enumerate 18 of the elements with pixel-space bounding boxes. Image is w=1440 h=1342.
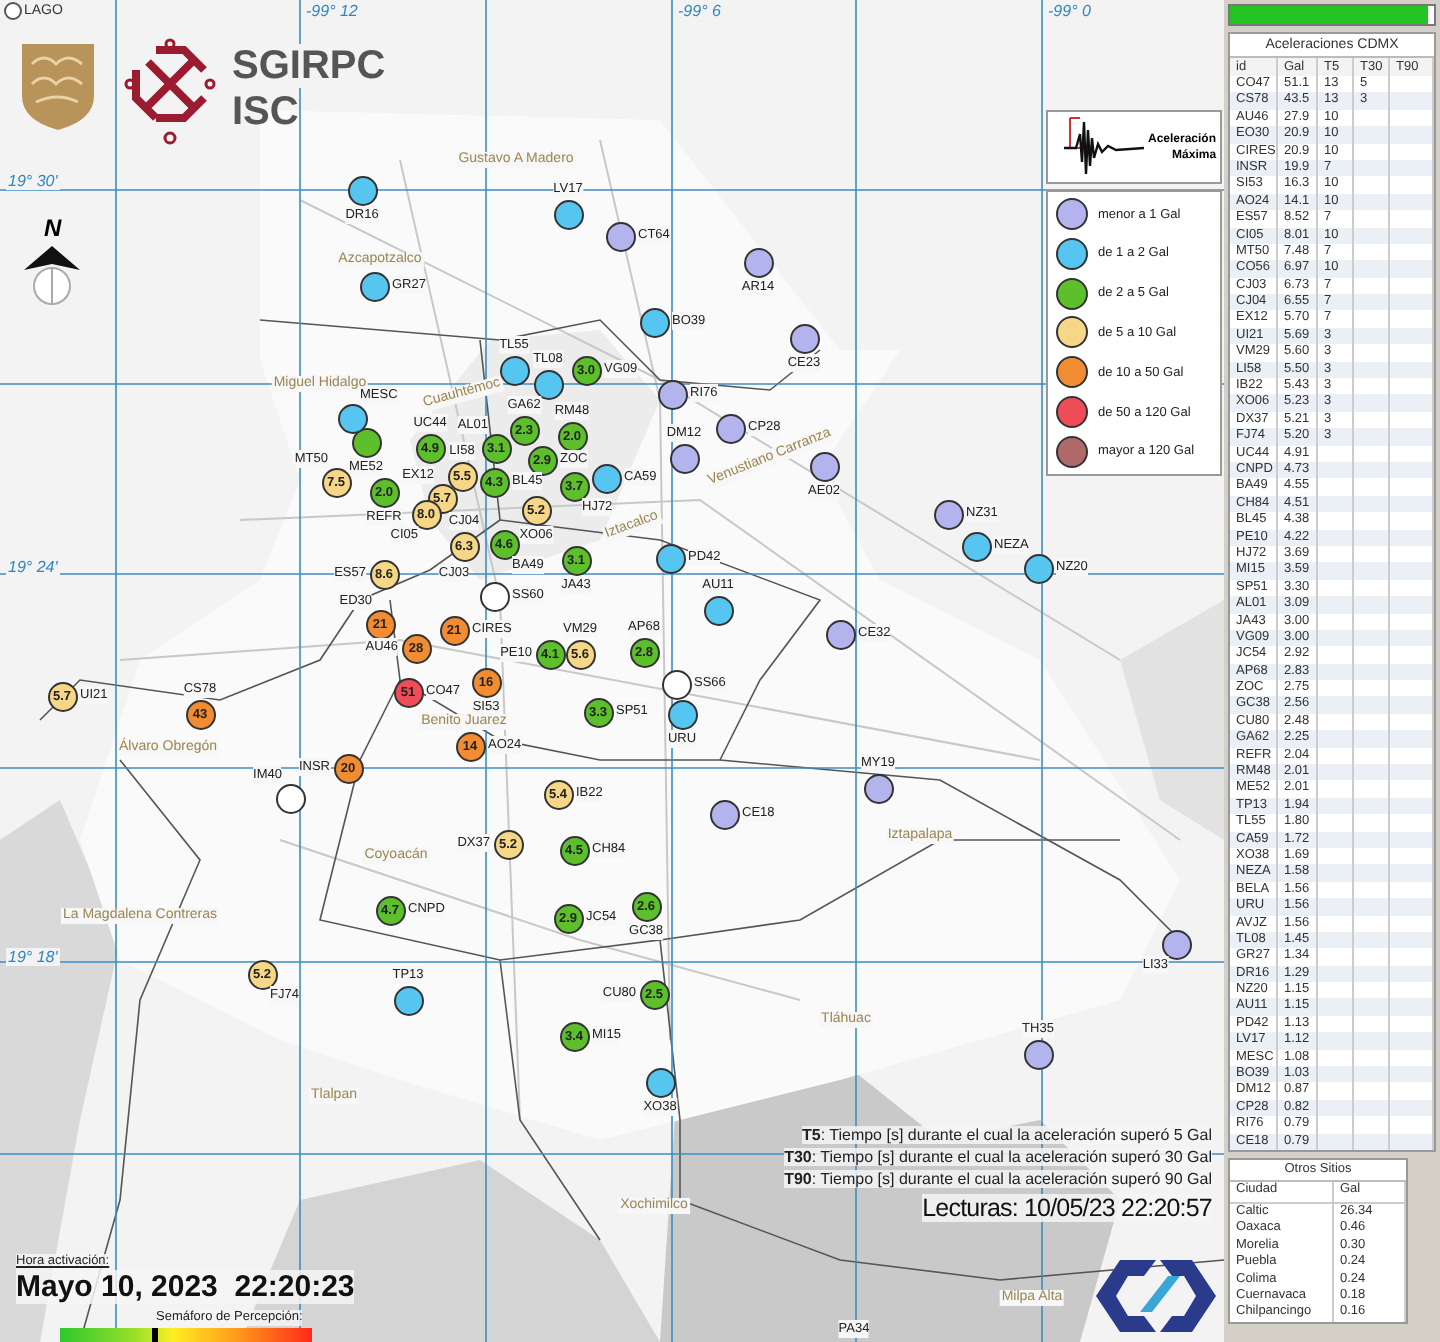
readings-timestamp: Lecturas: 10/05/23 22:20:57 bbox=[922, 1194, 1212, 1222]
coordinate-label: 19° 30' bbox=[6, 172, 60, 190]
logo-subtitle: ISC bbox=[232, 90, 299, 134]
coordinate-label: -99° 0 bbox=[1046, 2, 1093, 20]
coordinate-label: 19° 18' bbox=[6, 948, 60, 966]
definition-note: T5: Tiempo [s] durante el cual la aceleración superó 5 Gal bbox=[801, 1126, 1212, 1144]
coordinate-label: 19° 24' bbox=[6, 558, 60, 576]
north-label: N bbox=[44, 216, 62, 242]
activation-datetime: Mayo 10, 2023 22:20:23 bbox=[16, 1270, 355, 1304]
north-arrow-icon bbox=[24, 246, 80, 306]
logo-title: SGIRPC bbox=[232, 44, 386, 88]
definition-note: T90: Tiempo [s] durante el cual la aceleración superó 90 Gal bbox=[784, 1170, 1212, 1188]
shield-emblem-icon bbox=[20, 40, 96, 132]
hexagon-logo-icon bbox=[1096, 1256, 1216, 1336]
coordinate-label: -99° 12 bbox=[304, 2, 360, 20]
interlocked-logo-icon bbox=[124, 38, 216, 146]
definition-note: T30: Tiempo [s] durante el cual la aceleración superó 30 Gal bbox=[784, 1148, 1212, 1166]
coordinate-label: -99° 6 bbox=[676, 2, 723, 20]
